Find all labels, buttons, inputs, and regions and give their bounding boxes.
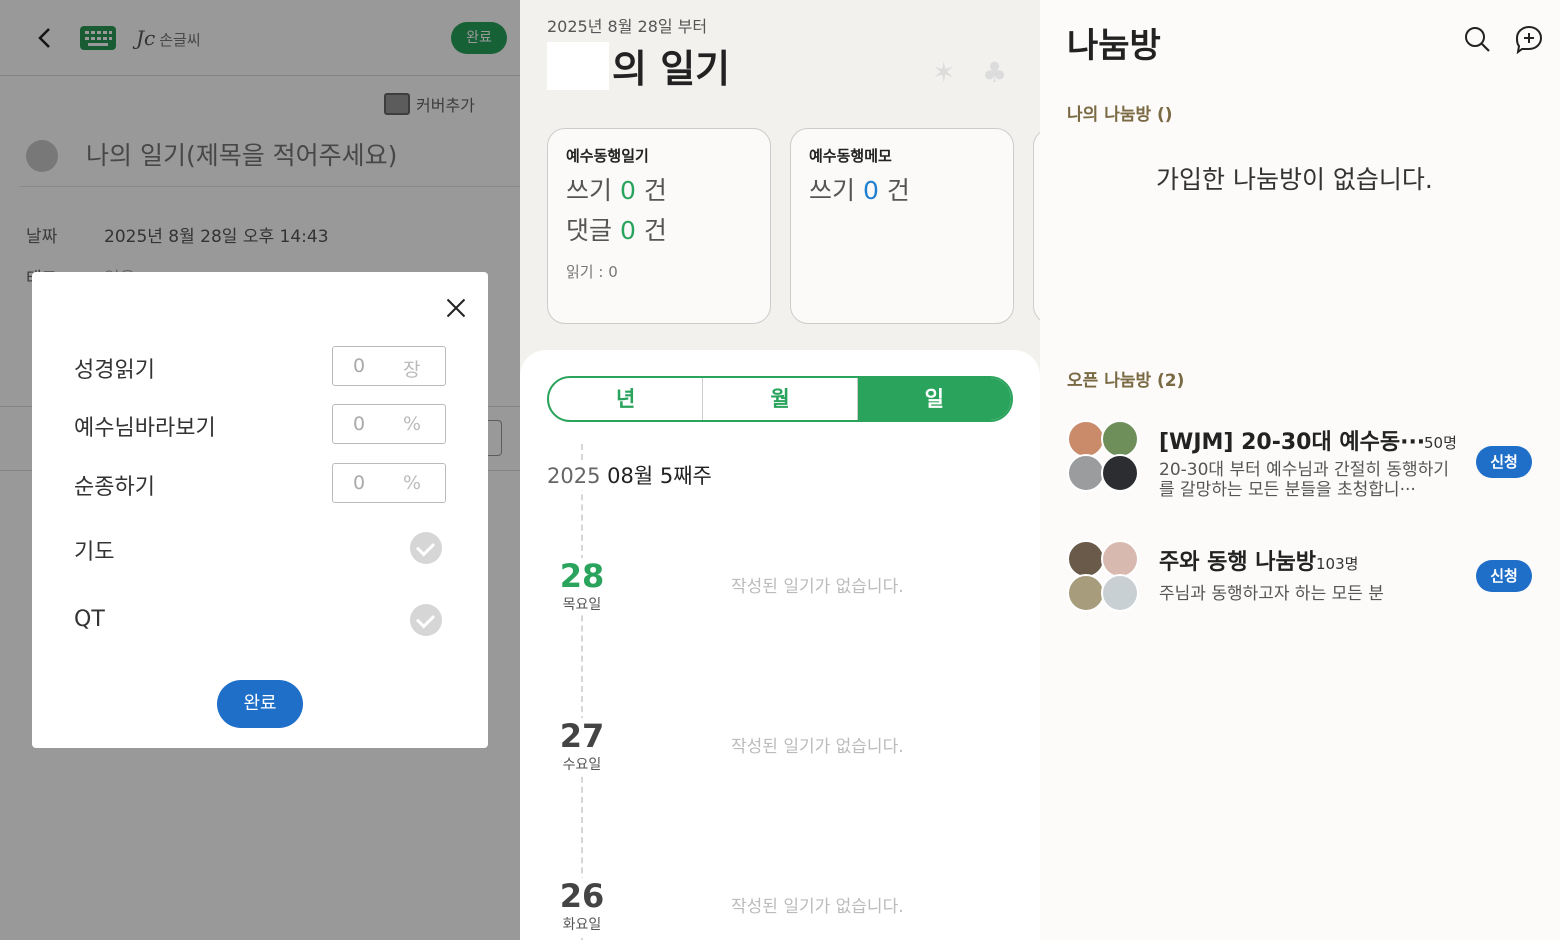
room-description: 주님과 동행하고자 하는 모든 분	[1159, 584, 1384, 604]
day-name: 수요일	[562, 757, 602, 773]
week-header: 2025 08월 5째주	[547, 460, 718, 490]
reply-count: 0	[619, 216, 636, 245]
empty-entry-text: 작성된 일기가 없습니다.	[731, 577, 904, 597]
next-card-edge[interactable]	[1033, 128, 1040, 324]
avatar	[1101, 420, 1139, 458]
since-date: 2025년 8월 28일 부터	[547, 17, 708, 36]
day-marker[interactable]: 26 화요일	[554, 878, 610, 934]
read-count: 읽기 : 0	[566, 263, 618, 281]
day-name: 화요일	[562, 917, 602, 933]
room-list-item[interactable]: [WJM] 20-30대 예수동··· 50명 20-30대 부터 예수님과 간…	[1067, 420, 1533, 500]
room-title: 주와 동행 나눔방103명	[1159, 544, 1358, 576]
reply-unit: 건	[643, 216, 667, 245]
timeline-sheet	[520, 350, 1040, 940]
room-title: [WJM] 20-30대 예수동···	[1159, 430, 1426, 455]
write-count-line: 쓰기 0 건	[566, 171, 667, 207]
reply-count-line: 댓글 0 건	[566, 211, 667, 247]
segment-day[interactable]: 일	[857, 378, 1011, 420]
write-count: 0	[862, 176, 879, 205]
write-unit: 건	[886, 176, 910, 205]
diary-title: 의 일기	[612, 47, 731, 91]
write-label: 쓰기	[566, 176, 613, 205]
looking-to-jesus-unit: %	[403, 413, 422, 435]
avatar	[1067, 454, 1105, 492]
my-rooms-heading: 나의 나눔방 ()	[1067, 105, 1173, 125]
sharing-rooms-panel: 나눔방 나의 나눔방 () 가입한 나눔방이 없습니다. 오픈 나눔방 (2) …	[1040, 0, 1560, 940]
bible-reading-input[interactable]: 0 장	[332, 346, 446, 386]
bible-reading-value: 0	[353, 355, 366, 377]
empty-entry-text: 작성된 일기가 없습니다.	[731, 737, 904, 757]
looking-to-jesus-input[interactable]: 0 %	[332, 404, 446, 444]
qt-label: QT	[74, 607, 105, 632]
timeline-line	[581, 444, 583, 940]
day-number: 27	[559, 717, 605, 755]
room-list-item[interactable]: 주와 동행 나눔방103명 주님과 동행하고자 하는 모든 분 신청	[1067, 540, 1533, 620]
period-segmented-control: 년 월 일	[547, 376, 1013, 422]
day-marker[interactable]: 28 목요일	[554, 558, 610, 614]
add-chat-icon[interactable]	[1514, 24, 1544, 54]
qt-check-icon[interactable]	[410, 604, 442, 636]
avatar	[1067, 574, 1105, 612]
close-icon[interactable]	[444, 296, 468, 320]
bible-reading-unit: 장	[403, 359, 421, 381]
avatar	[1101, 454, 1139, 492]
search-icon[interactable]	[1464, 26, 1490, 52]
obedience-input[interactable]: 0 %	[332, 463, 446, 503]
avatar	[1101, 574, 1139, 612]
segment-year[interactable]: 년	[549, 378, 704, 420]
day-name: 목요일	[562, 597, 602, 613]
write-unit: 건	[643, 176, 667, 205]
card-title: 예수동행일기	[566, 147, 649, 165]
member-count: 103명	[1316, 555, 1359, 573]
page-title: 나눔방	[1067, 26, 1161, 66]
looking-to-jesus-label: 예수님바라보기	[74, 416, 216, 441]
checklist-modal: 성경읽기 0 장 예수님바라보기 0 % 순종하기 0 % 기도 QT 완료	[32, 272, 488, 748]
modal-done-button[interactable]: 완료	[217, 680, 303, 728]
obedience-label: 순종하기	[74, 475, 155, 500]
diary-editor-panel: Jc 손글씨 완료 커버추가 나의 일기(제목을 적어주세요) 날짜 2025년 …	[0, 0, 520, 940]
prayer-label: 기도	[74, 540, 115, 565]
member-count: 50명	[1424, 434, 1457, 452]
card-title: 예수동행메모	[809, 147, 892, 165]
day-number: 26	[559, 877, 605, 915]
apply-button[interactable]: 신청	[1476, 446, 1532, 478]
write-label: 쓰기	[809, 176, 856, 205]
empty-rooms-text: 가입한 나눔방이 없습니다.	[1156, 165, 1433, 194]
apply-button[interactable]: 신청	[1476, 560, 1532, 592]
diary-panel: 2025년 8월 28일 부터 의 일기 ✶ ♣ 예수동행일기 쓰기 0 건 댓…	[520, 0, 1040, 940]
write-count: 0	[619, 176, 636, 205]
sparkle-icon: ✶	[932, 56, 956, 89]
segment-month[interactable]: 월	[703, 378, 858, 420]
bible-reading-label: 성경읽기	[74, 358, 155, 383]
empty-entry-text: 작성된 일기가 없습니다.	[731, 897, 904, 917]
week-label: 08월 5째주	[607, 464, 712, 488]
prayer-check-icon[interactable]	[410, 532, 442, 564]
week-year: 2025	[547, 464, 601, 488]
tree-icon: ♣	[982, 56, 1008, 89]
room-title-text: 주와 동행 나눔방	[1159, 550, 1316, 575]
avatar	[1067, 420, 1105, 458]
day-marker[interactable]: 27 수요일	[554, 718, 610, 774]
day-number: 28	[559, 557, 605, 595]
open-rooms-heading: 오픈 나눔방 (2)	[1067, 371, 1185, 391]
avatar	[1067, 540, 1105, 578]
obedience-unit: %	[403, 472, 422, 494]
user-name-mask	[547, 42, 609, 90]
write-count-line: 쓰기 0 건	[809, 171, 910, 207]
reply-label: 댓글	[566, 216, 613, 245]
memo-stats-card[interactable]: 예수동행메모 쓰기 0 건	[790, 128, 1014, 324]
room-description: 20-30대 부터 예수님과 간절히 동행하기를 갈망하는 모든 분들을 초청합…	[1159, 460, 1449, 500]
diary-stats-card[interactable]: 예수동행일기 쓰기 0 건 댓글 0 건 읽기 : 0	[547, 128, 771, 324]
looking-to-jesus-value: 0	[353, 413, 366, 435]
obedience-value: 0	[353, 472, 366, 494]
avatar	[1101, 540, 1139, 578]
